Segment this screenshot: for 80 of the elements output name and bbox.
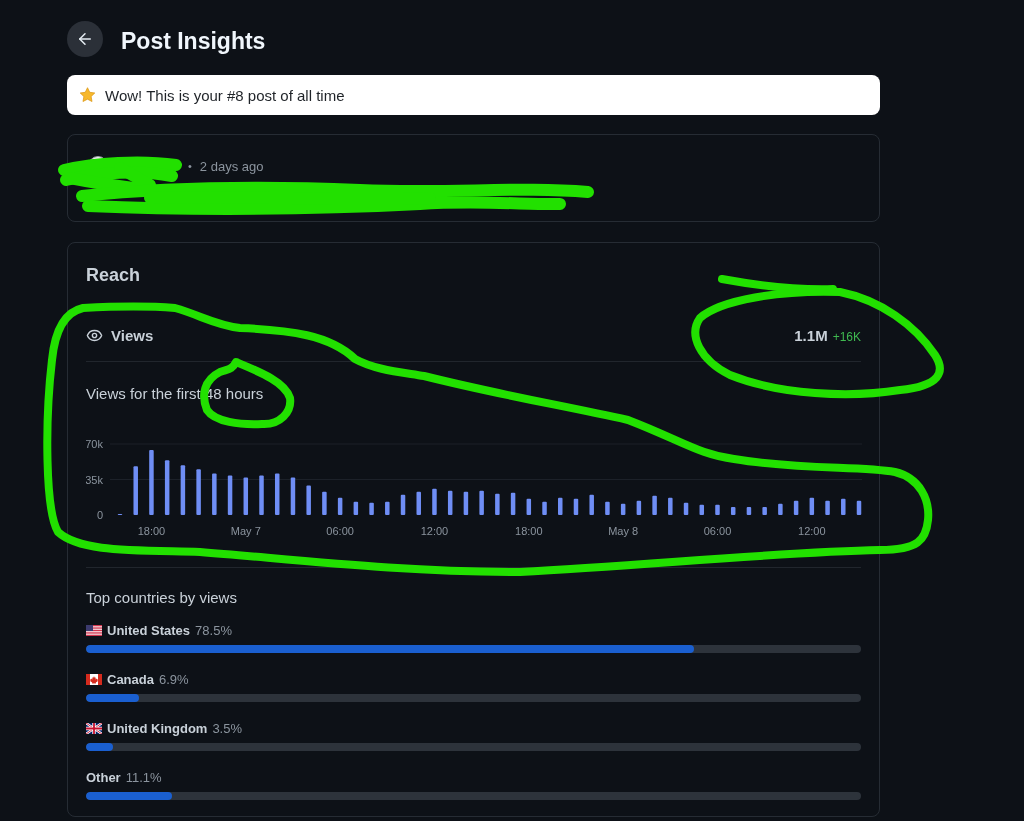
chart-bar bbox=[385, 501, 390, 515]
us-flag-icon bbox=[86, 624, 102, 636]
chart-bar bbox=[778, 503, 783, 515]
chart-bar bbox=[149, 450, 154, 515]
uk-flag-icon bbox=[86, 722, 102, 734]
chart-bar bbox=[841, 498, 846, 515]
chart-bar bbox=[730, 506, 736, 515]
chart-bar bbox=[652, 495, 657, 515]
chart-bar bbox=[369, 502, 374, 515]
separator-dot: • bbox=[188, 160, 192, 172]
country-share: 3.5% bbox=[212, 720, 243, 736]
chart-bar bbox=[825, 500, 830, 515]
chart-bar bbox=[180, 465, 186, 515]
chart-bar bbox=[432, 488, 437, 515]
chart-bar bbox=[542, 501, 547, 515]
chart-bar bbox=[809, 497, 815, 515]
chart-bar bbox=[510, 492, 516, 515]
country-share: 6.9% bbox=[158, 671, 189, 687]
country-share: 11.1% bbox=[125, 769, 162, 785]
country-share: 78.5% bbox=[195, 622, 232, 638]
chart-bar bbox=[683, 502, 689, 515]
country-name: Other bbox=[86, 769, 121, 785]
chart-bar bbox=[793, 500, 799, 515]
views-label: Views bbox=[111, 326, 154, 344]
x-axis-label: 18:00 bbox=[515, 525, 543, 537]
views-value: 1.1M bbox=[794, 326, 828, 344]
x-axis-label: 12:00 bbox=[420, 525, 449, 537]
x-axis-label: 12:00 bbox=[798, 525, 826, 537]
chart-bar bbox=[322, 491, 327, 515]
chart-bar bbox=[275, 473, 280, 515]
chart-bar bbox=[668, 497, 673, 515]
chart-bar bbox=[227, 475, 233, 515]
chart-bar bbox=[558, 497, 563, 515]
y-axis-label: 35k bbox=[86, 473, 103, 486]
chart-bar bbox=[164, 460, 170, 515]
views-change: +16K bbox=[832, 329, 861, 344]
chart-bar bbox=[526, 498, 532, 515]
chart-bar bbox=[196, 469, 201, 515]
y-axis-label: 70k bbox=[86, 438, 103, 450]
chart-bar bbox=[699, 504, 704, 515]
chart-bar bbox=[306, 485, 311, 515]
chart-bar bbox=[856, 500, 862, 515]
chart-bar bbox=[573, 498, 579, 515]
banner-text: Wow! This is your #8 post of all time bbox=[105, 86, 345, 104]
x-axis-label: May 7 bbox=[230, 525, 261, 537]
chart-bar bbox=[605, 501, 610, 515]
country-name: Canada bbox=[107, 671, 154, 687]
chart-bar bbox=[400, 494, 406, 515]
chart-bar bbox=[620, 503, 626, 515]
chart-bar bbox=[636, 500, 642, 515]
chart-bar bbox=[746, 506, 752, 515]
x-axis-label: 06:00 bbox=[703, 525, 732, 537]
y-axis-label: 0 bbox=[96, 509, 103, 521]
chart-bar bbox=[715, 504, 720, 515]
chart-bar bbox=[290, 477, 296, 515]
chart-bar bbox=[212, 473, 217, 515]
country-name: United Kingdom bbox=[107, 720, 208, 736]
star-icon bbox=[79, 87, 96, 103]
chart-bar bbox=[589, 494, 594, 515]
countries-title: Top countries by views bbox=[86, 588, 237, 608]
chart-bar bbox=[479, 490, 484, 515]
x-axis-label: 06:00 bbox=[326, 525, 354, 537]
chart-bar bbox=[353, 501, 359, 515]
chart-bar bbox=[243, 477, 249, 515]
country-name: United States bbox=[107, 622, 191, 638]
chart-bar bbox=[463, 491, 469, 515]
back-button[interactable] bbox=[67, 21, 103, 57]
chart-bar bbox=[447, 490, 453, 515]
x-axis-label: 18:00 bbox=[137, 525, 166, 537]
chart-bar bbox=[133, 466, 138, 515]
canada-flag-icon bbox=[86, 673, 102, 685]
chart-bar bbox=[495, 493, 500, 515]
section-title: Reach bbox=[86, 264, 142, 286]
chart-bar bbox=[416, 491, 421, 515]
chart-bar bbox=[337, 497, 343, 515]
chart-bar bbox=[762, 506, 767, 515]
chart-bar bbox=[259, 475, 264, 515]
x-axis-label: May 8 bbox=[608, 525, 639, 537]
post-time: 2 days ago bbox=[199, 158, 264, 174]
page-title: Post Insights bbox=[121, 27, 266, 56]
